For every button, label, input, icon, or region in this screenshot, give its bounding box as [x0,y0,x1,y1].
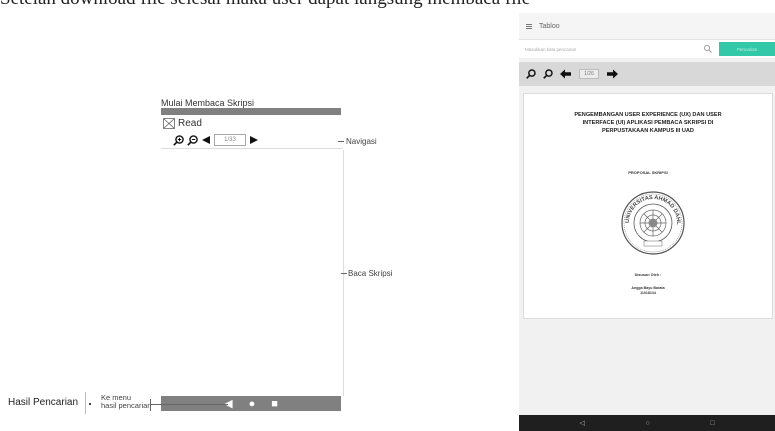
flow-divider [85,392,86,414]
title-line-3: PERPUSTAKAAN KAMPUS III UAD [602,128,694,134]
ke-menu-line-2: hasil pencarian [101,401,152,410]
navigasi-annotation: Navigasi [346,137,377,146]
reader-toolbar: 1/26 [519,62,775,86]
document-title: PENGEMBANGAN USER EXPERIENCE (UX) DAN US… [524,111,772,135]
recent-apps-icon[interactable]: ■ [271,398,278,410]
ke-menu-label: Ke menu hasil pencarian [101,394,151,410]
phone-screenshot: Tabloo Masukkan kata pencarian Pencarian… [519,13,775,431]
wireframe-toolbar: 1/33 [173,133,259,147]
document-page[interactable]: PENGEMBANGAN USER EXPERIENCE (UX) DAN US… [523,93,773,319]
caption-text: Setelah download file selesai maka user … [0,0,775,10]
search-bar: Masukkan kata pencarian Pencarian [519,40,775,58]
page-indicator[interactable]: 1/33 [214,134,246,146]
annotation-line [341,273,347,274]
read-label: Read [178,118,202,129]
placeholder-image-icon [163,118,175,129]
read-row: Read [163,118,202,129]
search-input[interactable]: Masukkan kata pencarian [525,47,703,52]
search-button[interactable]: Pencarian [719,42,775,56]
next-page-icon[interactable] [249,135,259,145]
flow-dot [89,403,91,405]
home-icon[interactable]: ○ [645,420,649,427]
annotation-line [338,141,344,142]
proposal-label: PROPOSAL SKRIPSI [628,170,668,175]
previous-page-icon[interactable] [201,135,211,145]
zoom-out-icon[interactable] [187,134,198,146]
university-seal-logo: UNIVERSITAS AHMAD DAHLAN [620,190,685,255]
wireframe-title: Mulai Membaca Skripsi [161,98,255,108]
zoom-out-icon[interactable] [543,69,553,79]
title-line-1: PENGEMBANGAN USER EXPERIENCE (UX) DAN US… [574,112,722,118]
baca-skripsi-annotation: Baca Skripsi [348,269,393,278]
flow-connector [150,404,228,405]
previous-page-icon[interactable] [560,69,572,79]
back-icon[interactable]: ◁ [580,419,585,427]
author-nim: 11018134 [640,291,656,295]
search-icon [703,44,712,53]
divider [161,148,343,149]
flow-connector-tick [150,399,151,411]
title-line-2: INTERFACE (UI) APLIKASI PEMBACA SKRIPSI … [582,120,714,126]
reading-area[interactable] [161,150,344,396]
app-bar: Tabloo [519,13,775,40]
next-page-icon[interactable] [606,69,618,79]
wireframe-header-bar [161,108,341,115]
zoom-in-icon[interactable] [526,69,536,79]
hasil-pencarian-label: Hasil Pencarian [8,397,79,408]
recent-apps-icon[interactable]: □ [710,420,714,427]
zoom-in-icon[interactable] [173,134,184,146]
menu-icon[interactable] [526,23,532,29]
home-icon[interactable]: ● [249,398,256,410]
android-nav-bar: ◁ ○ □ [519,415,775,431]
app-title: Tabloo [539,22,560,30]
disusun-label: Disusun Oleh : [634,273,662,277]
author-block: Angga Bayu Barata 11018134 [524,286,772,296]
page-indicator[interactable]: 1/26 [579,69,599,79]
